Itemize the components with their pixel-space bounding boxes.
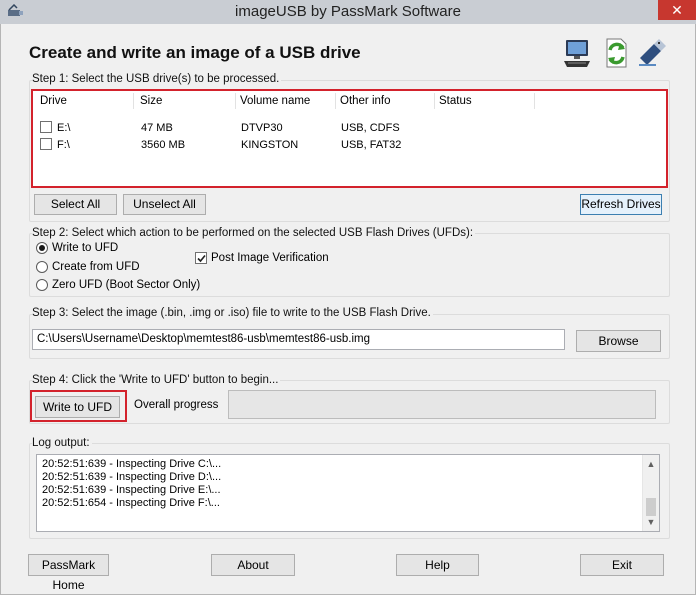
log-line: 20:52:51:639 - Inspecting Drive D:\... — [42, 471, 222, 483]
refresh-arrows-icon — [606, 38, 627, 68]
image-path-field[interactable]: C:\Users\Username\Desktop\memtest86-usb\… — [32, 329, 565, 350]
drive-letter: F:\ — [57, 139, 70, 151]
log-line: 20:52:51:639 - Inspecting Drive E:\... — [42, 484, 221, 496]
drive-size: 47 MB — [141, 122, 173, 134]
column-status[interactable]: Status — [439, 95, 472, 107]
checkmark-icon — [197, 254, 206, 263]
passmark-home-button[interactable]: PassMark Home — [28, 554, 109, 592]
step4-label: Step 4: Click the 'Write to UFD' button … — [32, 374, 281, 386]
post-verification-label[interactable]: Post Image Verification — [211, 252, 329, 264]
title-bar: imageUSB by PassMark Software ✕ — [0, 0, 696, 24]
table-row[interactable]: F:\ 3560 MB KINGSTON USB, FAT32 — [33, 137, 666, 154]
zero-ufd-radio[interactable] — [36, 279, 48, 291]
drive-info: USB, CDFS — [341, 122, 400, 134]
drive-volume: DTVP30 — [241, 122, 283, 134]
step3-label: Step 3: Select the image (.bin, .img or … — [32, 307, 433, 319]
overall-progress-bar — [228, 390, 656, 419]
log-line: 20:52:51:639 - Inspecting Drive C:\... — [42, 458, 222, 470]
computer-icon — [564, 40, 590, 67]
close-button[interactable]: ✕ — [658, 0, 696, 20]
help-button[interactable]: Help — [396, 554, 479, 576]
drive-list-header: Drive Size Volume name Other info Status — [33, 91, 666, 111]
column-drive[interactable]: Drive — [40, 95, 67, 107]
drive-checkbox[interactable] — [40, 121, 52, 133]
write-to-ufd-button[interactable]: Write to UFD — [35, 396, 120, 418]
drive-size: 3560 MB — [141, 139, 186, 151]
select-all-button[interactable]: Select All — [34, 194, 117, 215]
unselect-all-button[interactable]: Unselect All — [123, 194, 206, 215]
overall-progress-label: Overall progress — [134, 399, 219, 411]
create-from-ufd-label[interactable]: Create from UFD — [52, 261, 140, 273]
step1-label: Step 1: Select the USB drive(s) to be pr… — [32, 73, 282, 85]
zero-ufd-label[interactable]: Zero UFD (Boot Sector Only) — [52, 279, 200, 291]
drive-list[interactable]: Drive Size Volume name Other info Status… — [31, 89, 668, 188]
window-title: imageUSB by PassMark Software — [235, 3, 461, 20]
log-scrollbar[interactable]: ▲ ▼ — [642, 455, 659, 531]
drive-checkbox[interactable] — [40, 138, 52, 150]
exit-button[interactable]: Exit — [580, 554, 664, 576]
post-verification-checkbox[interactable] — [195, 252, 207, 264]
about-button[interactable]: About — [211, 554, 295, 576]
log-label: Log output: — [32, 437, 92, 449]
step2-label: Step 2: Select which action to be perfor… — [32, 227, 476, 239]
drive-letter: E:\ — [57, 122, 71, 134]
drive-info: USB, FAT32 — [341, 139, 402, 151]
write-to-ufd-label[interactable]: Write to UFD — [52, 242, 118, 254]
usb-drive-icon — [639, 39, 666, 66]
column-other-info[interactable]: Other info — [340, 95, 391, 107]
write-to-ufd-radio[interactable] — [36, 242, 48, 254]
scroll-up-icon[interactable]: ▲ — [643, 456, 659, 472]
drive-volume: KINGSTON — [241, 139, 299, 151]
refresh-drives-button[interactable]: Refresh Drives — [580, 194, 662, 215]
column-volume-name[interactable]: Volume name — [240, 95, 310, 107]
create-from-ufd-radio[interactable] — [36, 261, 48, 273]
log-line: 20:52:51:654 - Inspecting Drive F:\... — [42, 497, 220, 509]
column-size[interactable]: Size — [140, 95, 162, 107]
table-row[interactable]: E:\ 47 MB DTVP30 USB, CDFS — [33, 120, 666, 137]
log-output[interactable]: 20:52:51:639 - Inspecting Drive C:\... 2… — [36, 454, 660, 532]
page-title: Create and write an image of a USB drive — [29, 43, 361, 62]
scroll-down-icon[interactable]: ▼ — [643, 514, 659, 530]
browse-button[interactable]: Browse — [576, 330, 661, 352]
